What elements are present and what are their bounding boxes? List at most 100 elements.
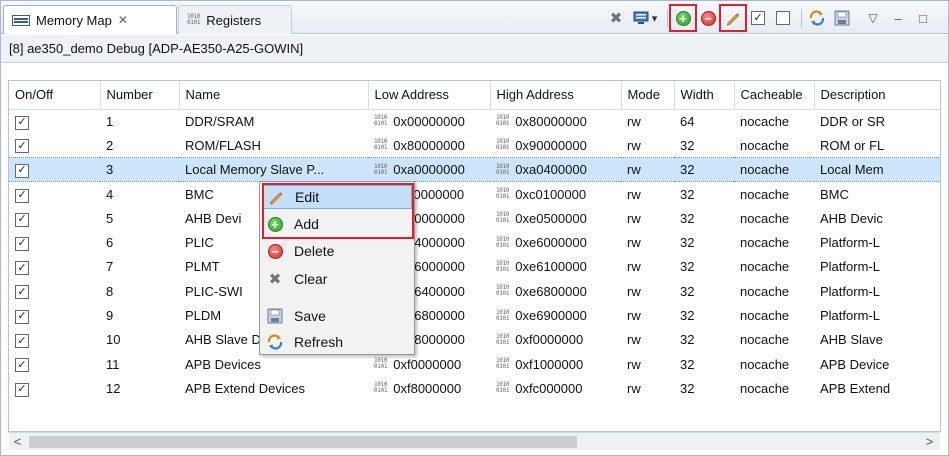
row-number: 12 [106,380,121,396]
high-address: 0xe6000000 [515,235,587,251]
delete-icon: − [267,243,283,259]
minimize-button[interactable]: – [887,7,909,29]
table-row[interactable]: ✓7PLMT101001010xe6000000101001010xe61000… [9,255,940,279]
mode: rw [627,308,641,324]
description: Platform-L [820,259,880,275]
binary-icon: 10100101 [496,187,510,201]
column-header[interactable]: Low Address [368,81,491,110]
table-row[interactable]: ✓4BMC101001010xc0000000101001010xc010000… [9,182,940,206]
low-address: 0xa0000000 [393,162,465,178]
region-name: ROM/FLASH [185,137,261,153]
column-header[interactable]: Width [674,81,735,110]
disable-all-checkbox[interactable] [772,7,794,29]
add-button[interactable]: + [669,4,697,32]
description: APB Device [820,356,890,372]
menu-item-label: Save [294,308,326,324]
tab-registers[interactable]: 1010 0101 Registers [178,5,292,34]
enable-all-checkbox[interactable]: ✓ [747,7,769,29]
tab-memory-map[interactable]: Memory Map ✕ [3,5,177,34]
column-header[interactable]: Number [100,81,180,110]
edit-button[interactable] [719,4,747,32]
binary-icon: 10100101 [496,259,510,273]
menu-item-refresh[interactable]: Refresh [262,330,412,354]
description: ROM or FL [820,137,885,153]
clear-button[interactable]: ✖ [605,7,627,29]
high-address: 0x80000000 [515,113,587,129]
row-number: 2 [106,137,114,153]
description: AHB Slave [820,332,883,348]
enable-checkbox[interactable]: ✓ [15,382,29,397]
enable-checkbox[interactable]: ✓ [15,358,29,373]
high-address: 0xe6900000 [515,308,587,324]
table-row[interactable]: ✓ 1 DDR/SRAM 1010 0101 0x00000000 1010 0101 0x80… [9,109,940,133]
low-address: 0xf8000000 [393,380,462,396]
description: DDR or SR [820,113,886,129]
table-row[interactable]: ✓9PLDM101001010xe6800000101001010xe69000… [9,303,940,327]
column-header[interactable]: Name [179,81,369,110]
mode: rw [627,380,641,396]
menu-item-clear[interactable]: ✖ Clear [262,267,412,291]
column-header[interactable]: Cacheable [734,81,815,110]
column-header[interactable]: On/Off [9,81,101,110]
enable-checkbox[interactable]: ✓ [15,212,29,227]
enable-checkbox[interactable]: ✓ [15,115,29,130]
table-row[interactable]: ✓ 2 ROM/FLASH 1010 0101 0x80000000 1010 0101 0x9… [9,133,940,157]
scroll-left-icon[interactable]: < [9,433,26,450]
menu-item-delete[interactable]: − Delete [262,239,412,263]
horizontal-scrollbar[interactable]: < > [9,432,940,450]
width: 64 [680,113,695,129]
table-row[interactable]: ✓6PLIC101001010xe4000000101001010xe60000… [9,230,940,254]
enable-checkbox[interactable]: ✓ [15,236,29,251]
mode: rw [627,356,641,372]
maximize-button[interactable]: □ [912,7,934,29]
mode: rw [627,186,641,202]
monitor-icon [633,11,649,24]
region-name: DDR/SRAM [185,113,255,129]
view-menu-button[interactable]: ▽ [862,7,884,29]
enable-checkbox[interactable]: ✓ [15,139,29,154]
mode: rw [627,210,641,226]
view-menu-icon: ▽ [868,11,878,25]
enable-checkbox[interactable]: ✓ [15,334,29,349]
cacheable: nocache [740,356,790,372]
close-tab-icon[interactable]: ✕ [118,13,128,27]
table-row[interactable]: ✓ 3 Local Memory Slave P... 1010 0101 0xa0000… [9,157,940,183]
column-header[interactable]: Mode [621,81,675,110]
menu-item-save[interactable]: Save [262,304,412,328]
row-number: 9 [106,308,114,324]
scrollbar-thumb[interactable] [29,436,577,448]
scroll-right-icon[interactable]: > [921,433,938,450]
enable-checkbox[interactable]: ✓ [15,188,29,203]
table-row[interactable]: ✓5AHB Devi101001010xe0000000101001010xe0… [9,206,940,230]
low-address: 0x80000000 [393,137,465,153]
save-icon [267,308,283,324]
enable-checkbox[interactable]: ✓ [15,163,29,178]
highlight-box [669,4,697,32]
menu-item-label: Refresh [294,334,344,350]
target-selector-button[interactable]: ▾ [630,7,660,29]
binary-icon: 10100101 [496,114,510,128]
enable-checkbox[interactable]: ✓ [15,285,29,300]
column-header[interactable]: Description [814,81,940,110]
binary-icon: 10100101 [496,381,510,395]
table-row[interactable]: ✓ 12 APB Extend Devices 1010 0101 0xf8000000 1… [9,376,940,400]
enable-checkbox[interactable]: ✓ [15,309,29,324]
cacheable: nocache [740,308,790,324]
table-row[interactable]: ✓ 11 APB Devices 1010 0101 0xf0000000 1010 0101… [9,352,940,376]
width: 32 [674,157,734,183]
table-header: On/Off Number Name Low Address High Addr… [9,81,940,110]
refresh-button[interactable] [806,7,828,29]
table-row[interactable]: ✓10AHB Slave Devices101001010xe800000010… [9,328,940,352]
row-number: 7 [106,259,114,275]
mode: rw [627,283,641,299]
menu-item-label: Delete [294,243,335,259]
width: 32 [680,137,695,153]
column-header[interactable]: High Address [490,81,622,110]
row-number: 5 [106,210,114,226]
save-button[interactable] [831,7,853,29]
table-row[interactable]: ✓8PLIC-SWI101001010xe6400000101001010xe6… [9,279,940,303]
binary-icon: 10100101 [496,235,510,249]
enable-checkbox[interactable]: ✓ [15,261,29,276]
highlight-box [719,4,747,32]
delete-button[interactable]: − [697,7,719,29]
